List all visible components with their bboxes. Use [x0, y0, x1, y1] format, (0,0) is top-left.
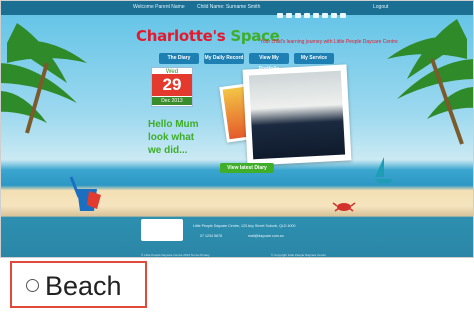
footer-logo[interactable] [141, 219, 183, 241]
answer-option[interactable]: Beach [10, 261, 147, 308]
logout-link[interactable]: Logout [373, 4, 388, 10]
site-logo[interactable]: Charlotte's Space [136, 27, 280, 45]
view-latest-diary-button[interactable]: View latest Diary [220, 163, 274, 173]
welcome-link[interactable]: Welcome Parent Name [133, 4, 185, 10]
social-icon[interactable] [277, 13, 283, 18]
answer-label: Beach [45, 271, 122, 301]
footer-email[interactable]: mail@daycare.com.au [248, 234, 284, 238]
child-name-link[interactable]: Child Name: Surname Smith [197, 4, 260, 10]
social-icon[interactable] [286, 13, 292, 18]
social-icons [277, 5, 349, 23]
footer-phone: 07 1234 5678 [200, 234, 222, 238]
footer-address: Little People Daycare Centre, 123 Any St… [193, 224, 296, 228]
social-icon[interactable] [295, 13, 301, 18]
social-icon[interactable] [331, 13, 337, 18]
sailboat-icon [375, 157, 393, 183]
social-icon[interactable] [340, 13, 346, 18]
radio-button[interactable] [26, 279, 39, 292]
social-icon[interactable] [322, 13, 328, 18]
diary-calendar: Wed 29 Dec 2013 [151, 67, 193, 107]
palm-tree-left-icon [1, 23, 87, 134]
calendar-month-year: Dec 2013 [152, 97, 192, 105]
top-bar: Welcome Parent Name Child Name: Surname … [1, 1, 473, 18]
logo-part-1: Charlotte's [136, 27, 226, 45]
child-photo [242, 64, 352, 166]
website-screenshot: Welcome Parent Name Child Name: Surname … [0, 0, 474, 258]
social-icon[interactable] [304, 13, 310, 18]
beach-bucket-icon [69, 176, 101, 211]
nav-the-diary[interactable]: The Diary [159, 53, 199, 64]
calendar-day: 29 [152, 74, 192, 96]
crab-icon [332, 202, 356, 212]
footer-small-right: © Copyright Little People Daycare Centre [271, 253, 327, 257]
nav-portfolio[interactable]: View My Portfolio [249, 53, 289, 72]
footer-small-left: © Little People Daycare Centre 2013 Term… [141, 253, 210, 257]
nav-my-service[interactable]: My Service [294, 53, 334, 64]
tagline: Your child's learning journey with Littl… [260, 39, 398, 45]
nav-daily-record[interactable]: My Daily Record [204, 53, 244, 64]
social-icon[interactable] [313, 13, 319, 18]
